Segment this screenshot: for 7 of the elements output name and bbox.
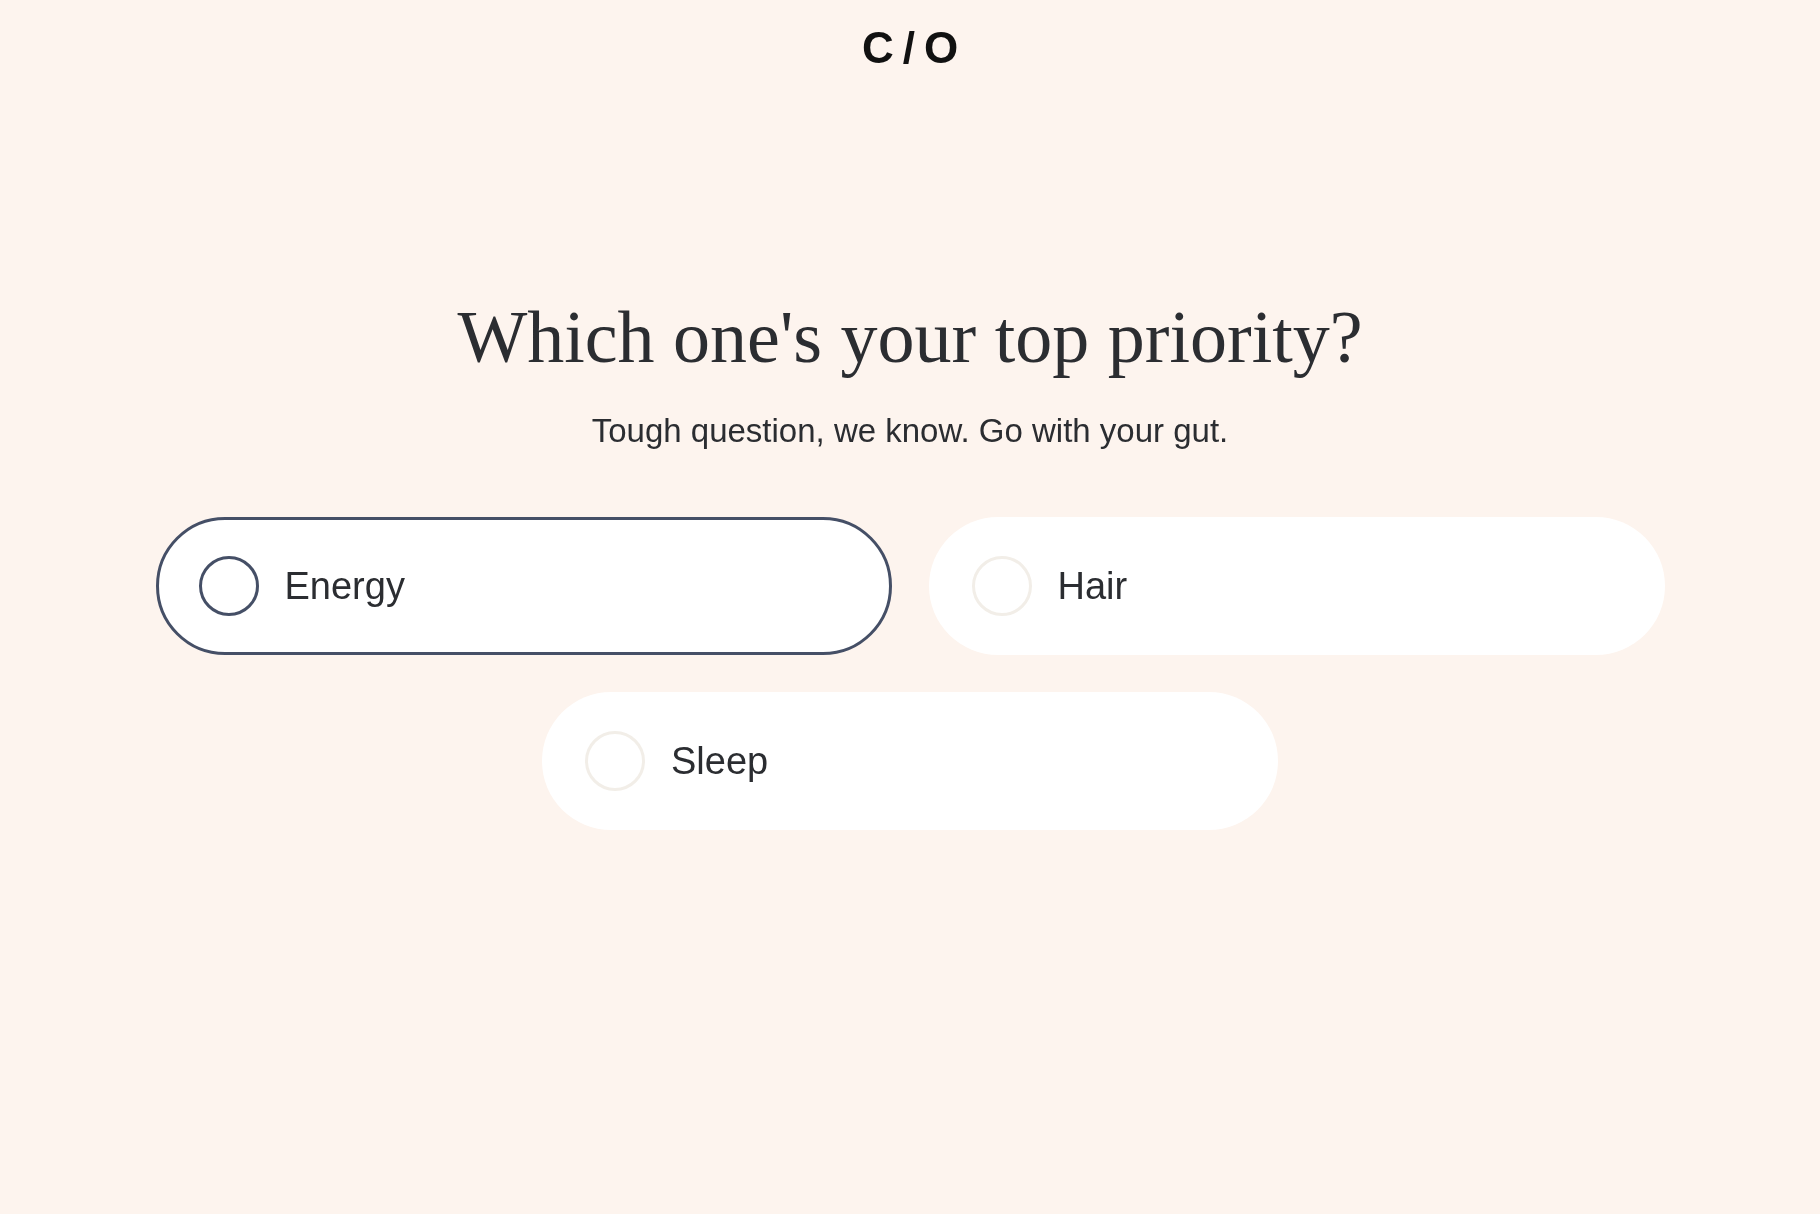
logo: C/O xyxy=(860,26,968,70)
question-title: Which one's your top priority? xyxy=(457,295,1363,380)
option-button[interactable]: Energy xyxy=(155,517,892,656)
radio-icon[interactable] xyxy=(198,556,259,617)
option-button[interactable]: Sleep xyxy=(542,692,1278,831)
question-subtitle: Tough question, we know. Go with your gut. xyxy=(591,410,1229,451)
option-button[interactable]: Hair xyxy=(928,517,1665,656)
